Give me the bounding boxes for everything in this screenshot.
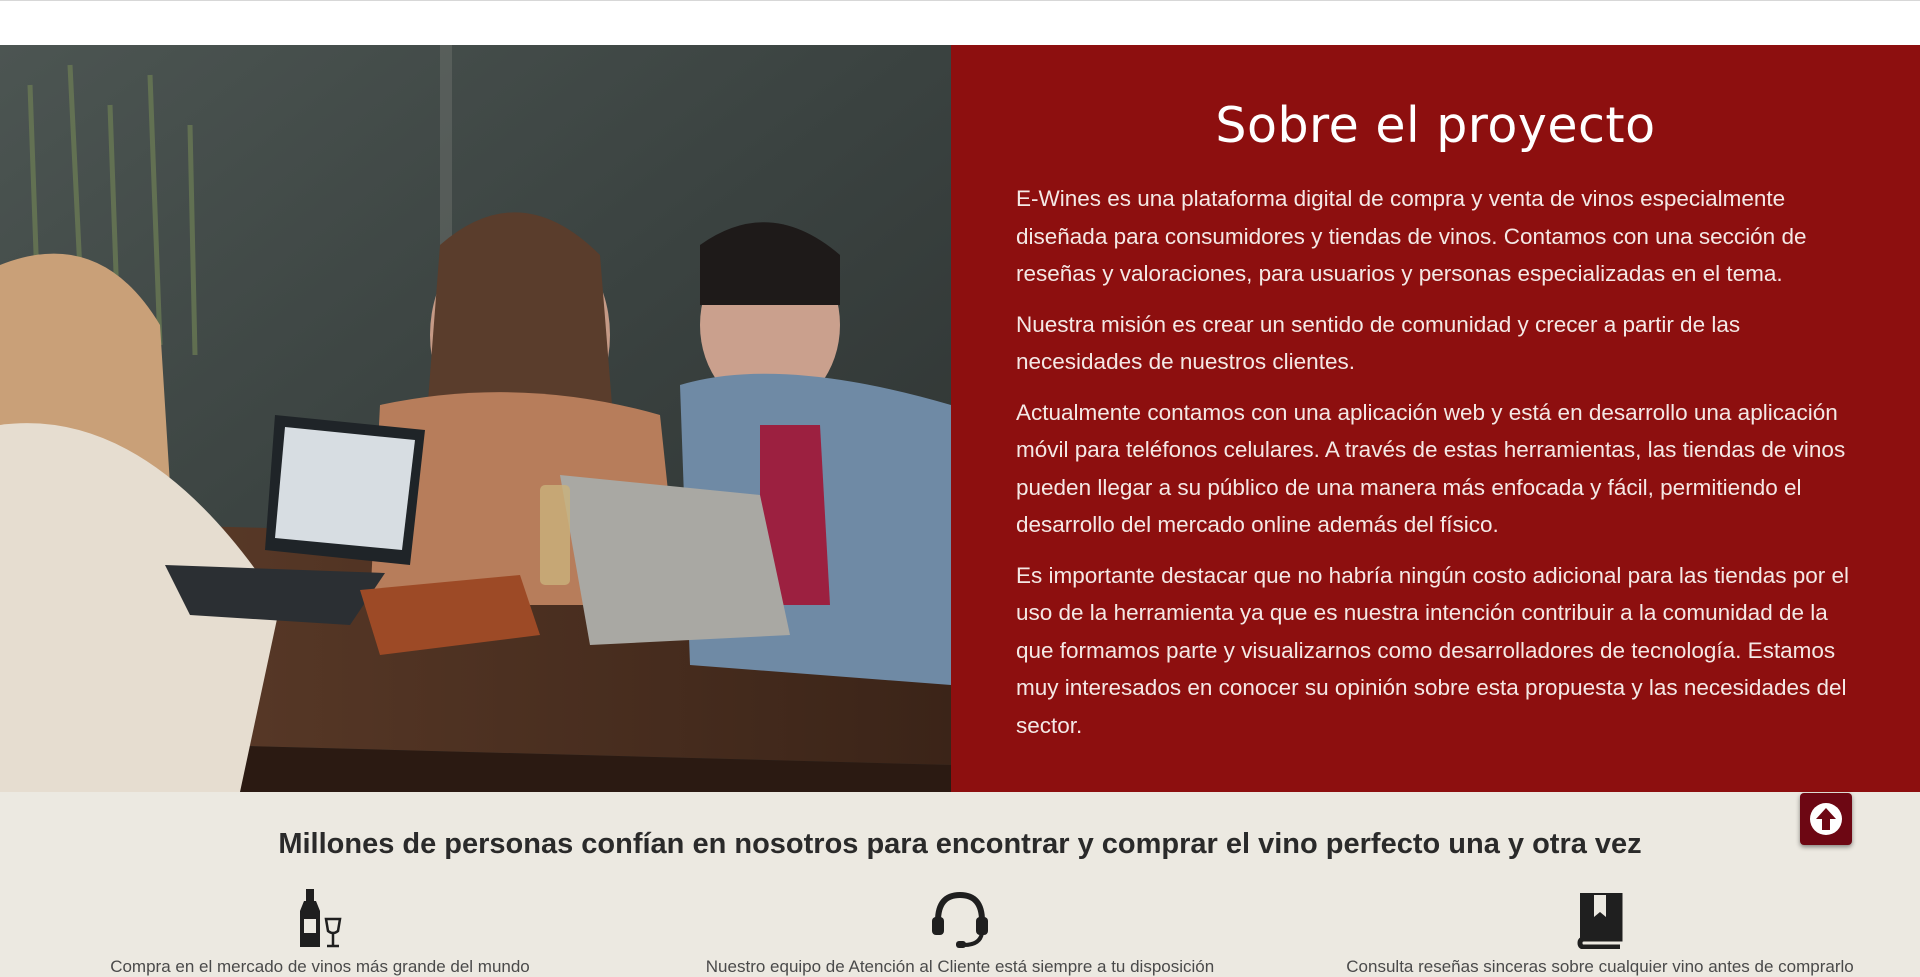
arrow-up-icon	[1810, 803, 1842, 835]
trust-section: Millones de personas confían en nosotros…	[0, 792, 1920, 977]
feature-caption: Compra en el mercado de vinos más grande…	[110, 957, 530, 976]
feature-marketplace: Compra en el mercado de vinos más grande…	[0, 887, 640, 977]
about-paragraph: Actualmente contamos con una aplicación …	[1016, 399, 1846, 538]
feature-support: Nuestro equipo de Atención al Cliente es…	[640, 887, 1280, 977]
feature-caption: Nuestro equipo de Atención al Cliente es…	[705, 957, 1215, 976]
team-photo	[0, 45, 951, 792]
about-panel: Sobre el proyecto E-Wines es una platafo…	[951, 45, 1920, 792]
about-paragraph: Nuestra misión es crear un sentido de co…	[1016, 311, 1741, 375]
about-paragraph: Es importante destacar que no habría nin…	[1016, 562, 1850, 738]
about-copy: E-Wines es una plataforma digital de com…	[1016, 180, 1866, 757]
book-icon	[1280, 887, 1920, 949]
trust-heading: Millones de personas confían en nosotros…	[278, 828, 1642, 860]
top-navbar	[0, 0, 1920, 45]
about-paragraph: E-Wines es una plataforma digital de com…	[1016, 186, 1807, 286]
feature-reviews: Consulta reseñas sinceras sobre cualquie…	[1280, 887, 1920, 977]
about-title: Sobre el proyecto	[1215, 97, 1656, 154]
about-section: Sobre el proyecto E-Wines es una platafo…	[0, 45, 1920, 792]
team-photo-image	[0, 45, 951, 792]
wine-bottle-glass-icon	[0, 887, 640, 949]
feature-caption: Consulta reseñas sinceras sobre cualquie…	[1346, 957, 1854, 976]
headset-icon	[640, 887, 1280, 949]
scroll-to-top-button[interactable]	[1800, 793, 1852, 845]
